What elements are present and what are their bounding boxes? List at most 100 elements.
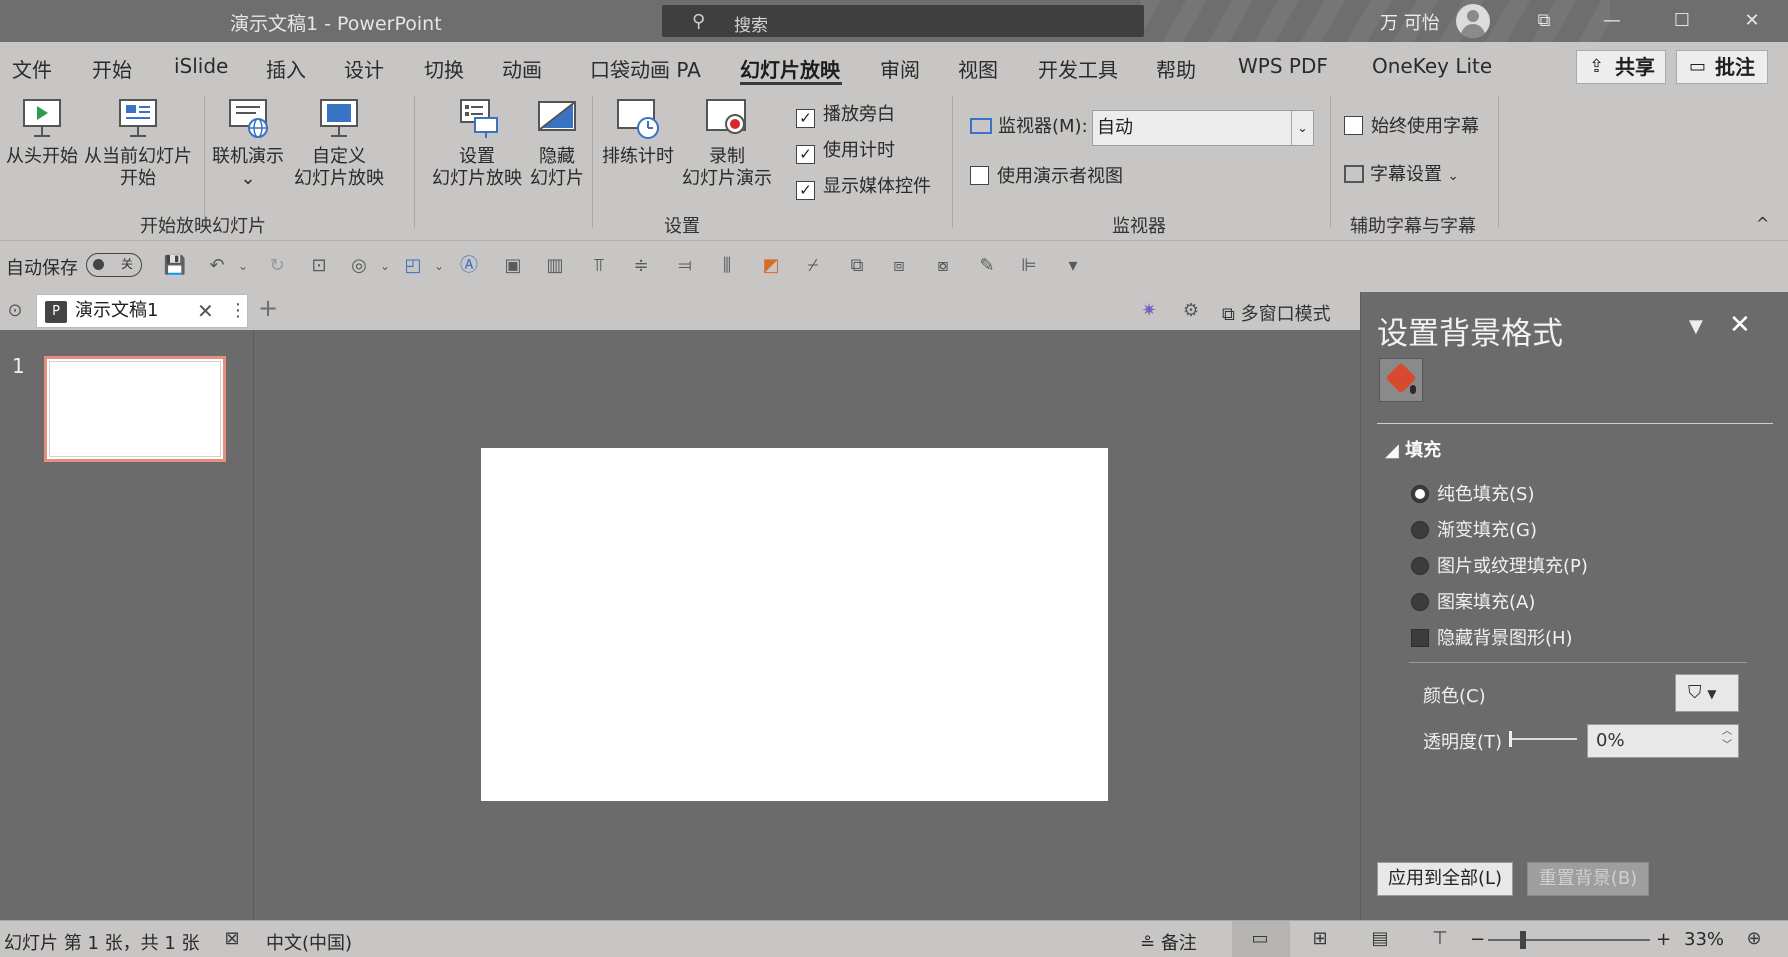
bring-forward-icon[interactable]: ⧉: [844, 253, 870, 279]
tab-list-icon[interactable]: ⊙: [2, 298, 28, 324]
normal-view-icon[interactable]: ▭: [1246, 925, 1274, 953]
chart-icon[interactable]: ▥: [542, 253, 568, 279]
always-use-subtitles-checkbox[interactable]: 始终使用字幕: [1344, 116, 1479, 138]
comments-button[interactable]: ▭ 批注: [1676, 50, 1768, 84]
tab-developer[interactable]: 开发工具: [1038, 54, 1118, 83]
apply-to-all-button[interactable]: 应用到全部(L): [1377, 862, 1513, 896]
customize-toolbar-icon[interactable]: ▾: [1060, 253, 1086, 279]
present-icon[interactable]: ⊡: [306, 253, 332, 279]
redo-icon[interactable]: ↻: [264, 253, 290, 279]
brush-icon[interactable]: ✎: [974, 253, 1000, 279]
multi-window-mode-button[interactable]: ⧉ 多窗口模式: [1222, 300, 1331, 326]
group-icon[interactable]: ⧈: [886, 253, 912, 279]
tab-pocket-animation[interactable]: 口袋动画 PA: [590, 54, 701, 83]
sparkle-icon[interactable]: ✷: [1136, 298, 1162, 324]
shapes-merge-dropdown-icon[interactable]: ⌄: [372, 253, 398, 279]
ribbon-display-options-button[interactable]: ⧉: [1516, 0, 1572, 42]
shapes-merge-icon[interactable]: ◎: [346, 253, 372, 279]
send-backward-icon[interactable]: ⧇: [930, 253, 956, 279]
slide-show-view-icon[interactable]: ⊤: [1426, 925, 1454, 953]
shapes-icon[interactable]: ◰: [400, 253, 426, 279]
search-box[interactable]: ⚲ 搜索: [662, 5, 1144, 37]
slide-canvas[interactable]: [481, 448, 1108, 801]
presenter-view-checkbox[interactable]: 使用演示者视图: [970, 166, 1123, 188]
from-beginning-button[interactable]: 从头开始: [6, 96, 78, 168]
tab-more-icon[interactable]: ⋮: [229, 295, 247, 327]
autosave-toggle[interactable]: 关: [86, 253, 142, 277]
record-slide-show-button[interactable]: 录制 幻灯片演示: [682, 96, 772, 190]
fill-tab-button[interactable]: [1379, 358, 1423, 402]
gradient-fill-radio[interactable]: 渐变填充(G): [1411, 516, 1537, 542]
zoom-level[interactable]: 33%: [1684, 929, 1724, 950]
tab-onekey-lite[interactable]: OneKey Lite: [1372, 54, 1492, 78]
fill-section-header[interactable]: ◢ 填充: [1385, 436, 1441, 462]
pattern-fill-radio[interactable]: 图案填充(A): [1411, 588, 1535, 614]
avatar[interactable]: [1456, 4, 1490, 38]
slide-thumbnail[interactable]: [44, 356, 226, 462]
custom-slide-show-button[interactable]: 自定义 幻灯片放映: [294, 96, 384, 190]
picture-icon[interactable]: ▣: [500, 253, 526, 279]
document-tab[interactable]: P 演示文稿1 ✕ ⋮: [36, 294, 248, 328]
user-name[interactable]: 万 可怡: [1380, 9, 1440, 35]
solid-fill-radio[interactable]: 纯色填充(S): [1411, 480, 1534, 506]
tab-transitions[interactable]: 切换: [424, 54, 464, 83]
slide-sorter-icon[interactable]: ⊞: [1306, 925, 1334, 953]
tab-design[interactable]: 设计: [344, 54, 384, 83]
tab-view[interactable]: 视图: [958, 54, 998, 83]
set-up-slide-show-button[interactable]: 设置 幻灯片放映: [432, 96, 522, 190]
from-current-slide-button[interactable]: 从当前幻灯片 开始: [84, 96, 192, 190]
accessibility-icon[interactable]: ⊠: [218, 925, 246, 953]
subtitle-settings-button[interactable]: 字幕设置 ⌄: [1344, 164, 1459, 188]
align-left-icon[interactable]: ⊫: [1016, 253, 1042, 279]
save-icon[interactable]: 💾: [162, 253, 188, 279]
close-pane-icon[interactable]: ✕: [1729, 310, 1751, 340]
reading-view-icon[interactable]: ▤: [1366, 925, 1394, 953]
select-object-icon[interactable]: ◩: [758, 253, 784, 279]
format-painter-icon[interactable]: ⌿: [800, 253, 826, 279]
transparency-input[interactable]: 0% ︿ ﹀: [1587, 724, 1739, 758]
use-timings-checkbox[interactable]: ✓ 使用计时: [796, 140, 895, 164]
tab-help[interactable]: 帮助: [1156, 54, 1196, 83]
transparency-slider[interactable]: [1509, 731, 1577, 747]
close-tab-icon[interactable]: ✕: [197, 295, 214, 327]
new-tab-icon[interactable]: +: [258, 294, 278, 322]
reset-background-button[interactable]: 重置背景(B): [1527, 862, 1649, 896]
monitor-select[interactable]: 自动 ⌄: [1092, 110, 1314, 146]
hide-background-graphics-checkbox[interactable]: 隐藏背景图形(H): [1411, 624, 1573, 650]
tab-insert[interactable]: 插入: [266, 54, 306, 83]
tab-animations[interactable]: 动画: [502, 54, 542, 83]
align-right-icon[interactable]: ⫤: [672, 253, 698, 279]
tab-review[interactable]: 审阅: [880, 54, 920, 83]
undo-icon[interactable]: ↶: [204, 253, 230, 279]
share-button[interactable]: ⇪ 共享: [1576, 50, 1666, 84]
pane-options-icon[interactable]: ▼: [1689, 316, 1703, 337]
close-window-button[interactable]: ✕: [1724, 0, 1780, 42]
tab-file[interactable]: 文件: [12, 54, 52, 83]
tab-slide-show[interactable]: 幻灯片放映: [740, 54, 840, 83]
shapes-dropdown-icon[interactable]: ⌄: [426, 253, 452, 279]
show-media-controls-checkbox[interactable]: ✓ 显示媒体控件: [796, 176, 931, 200]
align-middle-icon[interactable]: ≑: [628, 253, 654, 279]
settings-gear-icon[interactable]: ⚙: [1178, 298, 1204, 324]
tab-islide[interactable]: iSlide: [174, 54, 228, 78]
picture-texture-fill-radio[interactable]: 图片或纹理填充(P): [1411, 552, 1588, 578]
slider-handle[interactable]: [1509, 731, 1512, 747]
language-status[interactable]: 中文(中国): [266, 929, 352, 955]
text-box-icon[interactable]: Ⓐ: [456, 253, 482, 279]
distribute-icon[interactable]: ⫼: [714, 253, 740, 279]
zoom-in-button[interactable]: +: [1656, 929, 1671, 950]
present-online-button[interactable]: 联机演示 ⌄: [212, 96, 284, 190]
hide-slide-button[interactable]: 隐藏 幻灯片: [530, 96, 584, 190]
zoom-slider-handle[interactable]: [1520, 931, 1526, 949]
tab-wps-pdf[interactable]: WPS PDF: [1238, 54, 1328, 78]
spinner-icon[interactable]: ︿ ﹀: [1722, 725, 1732, 753]
align-top-icon[interactable]: ⫪: [586, 253, 612, 279]
fit-to-window-icon[interactable]: ⊕: [1740, 925, 1768, 953]
zoom-out-button[interactable]: −: [1470, 929, 1485, 950]
collapse-ribbon-icon[interactable]: ^: [1756, 214, 1769, 233]
color-picker-button[interactable]: ⛉ ▼: [1675, 674, 1739, 712]
notes-button[interactable]: ≗ 备注: [1140, 929, 1197, 955]
minimize-button[interactable]: —: [1584, 0, 1640, 42]
play-narrations-checkbox[interactable]: ✓ 播放旁白: [796, 104, 895, 128]
rehearse-timings-button[interactable]: 排练计时: [602, 96, 674, 168]
